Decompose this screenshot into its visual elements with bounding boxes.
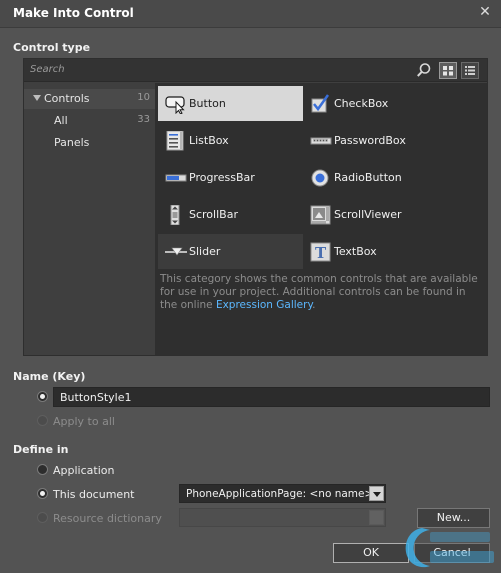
name-key-radio[interactable] bbox=[37, 391, 48, 402]
control-picker: Search Controls 10 All 33 Panels Button … bbox=[23, 58, 488, 356]
passwordbox-icon: ***** bbox=[310, 137, 332, 146]
tree-item-all[interactable]: All 33 bbox=[24, 111, 155, 131]
control-name: ScrollBar bbox=[189, 208, 238, 221]
control-tile-passwordbox[interactable]: ***** PasswordBox bbox=[303, 123, 448, 158]
control-tile-slider[interactable]: Slider bbox=[158, 234, 303, 269]
slider-icon bbox=[165, 247, 187, 256]
search-bar[interactable]: Search bbox=[24, 59, 487, 82]
tree-item-panels[interactable]: Panels bbox=[24, 133, 155, 153]
tree-item-label: All bbox=[54, 114, 68, 127]
control-type-label: Control type bbox=[13, 41, 91, 54]
window-title: Make Into Control bbox=[13, 6, 134, 20]
expression-gallery-link[interactable]: Expression Gallery bbox=[216, 299, 312, 311]
description-suffix: . bbox=[312, 299, 316, 311]
scrollbar-icon bbox=[170, 205, 180, 225]
control-tile-radiobutton[interactable]: RadioButton bbox=[303, 160, 448, 195]
control-tile-progressbar[interactable]: ProgressBar bbox=[158, 160, 303, 195]
radiobutton-icon bbox=[311, 169, 329, 187]
watermark-logo-icon bbox=[405, 528, 494, 568]
title-bar: Make Into Control ✕ bbox=[0, 0, 501, 28]
progressbar-icon bbox=[165, 174, 187, 182]
resource-dictionary-select[interactable] bbox=[179, 508, 386, 527]
document-select[interactable]: PhoneApplicationPage: <no name> bbox=[179, 484, 386, 503]
tree-item-label: Panels bbox=[54, 136, 90, 149]
resource-dictionary-dropdown[interactable] bbox=[369, 510, 384, 525]
controls-grid: Button CheckBox ListBox ***** PasswordBo… bbox=[155, 83, 487, 355]
control-name: Button bbox=[189, 97, 226, 110]
control-tile-button[interactable]: Button bbox=[158, 86, 303, 121]
apply-to-all-radio[interactable] bbox=[37, 415, 48, 426]
button-icon bbox=[165, 96, 185, 114]
ok-button[interactable]: OK bbox=[333, 543, 409, 563]
control-name: ProgressBar bbox=[189, 171, 255, 184]
apply-to-all-label: Apply to all bbox=[53, 415, 115, 428]
category-tree: Controls 10 All 33 Panels bbox=[24, 83, 155, 355]
search-icon[interactable] bbox=[416, 62, 432, 78]
list-view-icon[interactable] bbox=[461, 62, 479, 79]
chevron-down-icon[interactable] bbox=[369, 486, 384, 501]
resource-dictionary-label: Resource dictionary bbox=[53, 512, 162, 525]
control-name: Slider bbox=[189, 245, 221, 258]
close-icon[interactable]: ✕ bbox=[477, 4, 493, 20]
category-description: This category shows the common controls … bbox=[160, 273, 478, 312]
grid-view-icon[interactable] bbox=[439, 62, 457, 79]
control-tile-scrollviewer[interactable]: ScrollViewer bbox=[303, 197, 448, 232]
document-select-value: PhoneApplicationPage: <no name> bbox=[186, 488, 374, 500]
tree-item-count: 10 bbox=[137, 92, 150, 103]
tree-item-controls[interactable]: Controls 10 bbox=[24, 89, 155, 109]
svg-text:T: T bbox=[315, 244, 327, 262]
resource-dictionary-radio[interactable] bbox=[37, 512, 48, 523]
textbox-icon: T bbox=[310, 242, 331, 262]
control-tile-listbox[interactable]: ListBox bbox=[158, 123, 303, 158]
this-document-label: This document bbox=[53, 488, 135, 501]
define-in-label: Define in bbox=[13, 443, 69, 456]
tree-item-count: 33 bbox=[137, 114, 150, 125]
checkbox-icon bbox=[311, 94, 330, 113]
search-input[interactable]: Search bbox=[30, 64, 65, 75]
listbox-icon bbox=[166, 131, 184, 151]
control-name: ListBox bbox=[189, 134, 229, 147]
control-name: CheckBox bbox=[334, 97, 389, 110]
this-document-radio[interactable] bbox=[37, 488, 48, 499]
application-label: Application bbox=[53, 464, 115, 477]
control-name: TextBox bbox=[334, 245, 377, 258]
name-key-input[interactable]: ButtonStyle1 bbox=[53, 387, 490, 407]
application-radio[interactable] bbox=[37, 464, 48, 475]
tree-item-label: Controls bbox=[44, 92, 90, 105]
control-tile-scrollbar[interactable]: ScrollBar bbox=[158, 197, 303, 232]
control-tile-checkbox[interactable]: CheckBox bbox=[303, 86, 448, 121]
expand-triangle-icon[interactable] bbox=[33, 95, 41, 101]
name-key-value: ButtonStyle1 bbox=[60, 391, 132, 404]
control-name: ScrollViewer bbox=[334, 208, 402, 221]
control-tile-textbox[interactable]: T TextBox bbox=[303, 234, 448, 269]
name-key-label: Name (Key) bbox=[13, 370, 86, 383]
description-text: This category shows the common controls … bbox=[160, 273, 478, 311]
svg-text:*****: ***** bbox=[313, 139, 328, 146]
control-name: RadioButton bbox=[334, 171, 402, 184]
control-name: PasswordBox bbox=[334, 134, 406, 147]
scrollviewer-icon bbox=[310, 205, 331, 225]
